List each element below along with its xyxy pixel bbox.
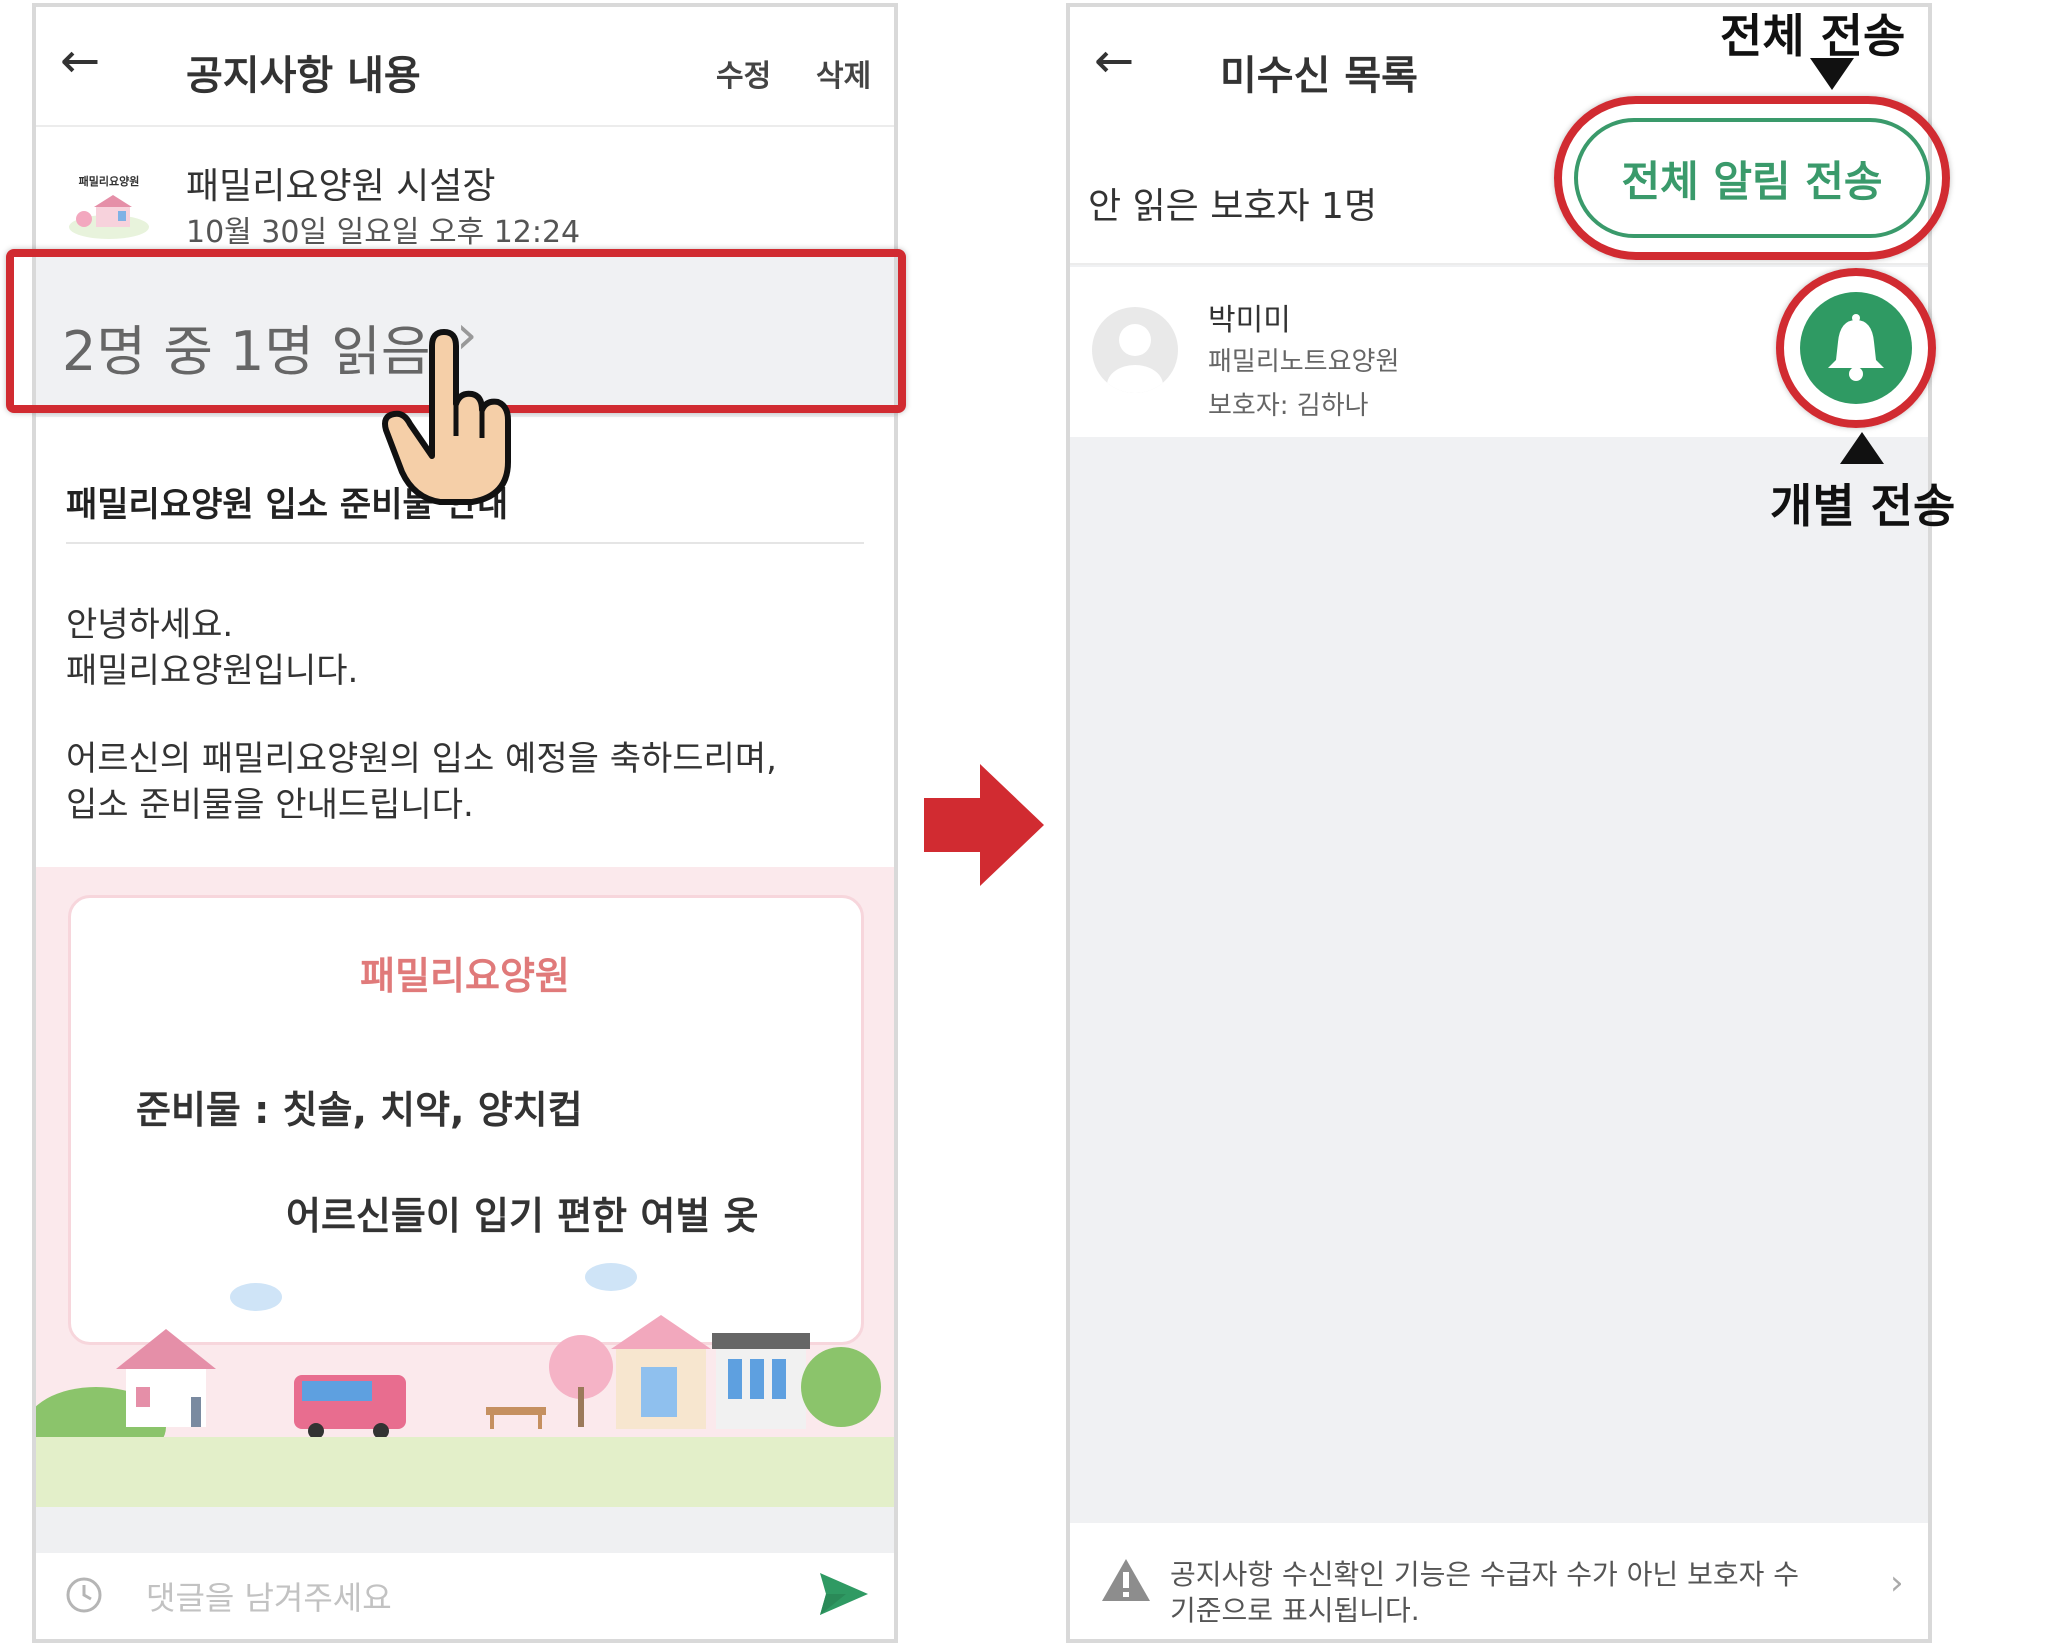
notice-line: 기준으로 표시됩니다. <box>1170 1594 1420 1627</box>
warning-icon <box>1100 1557 1152 1603</box>
author-name: 패밀리요양원 시설장 <box>186 166 496 207</box>
avatar <box>1092 307 1178 393</box>
logo-text: 패밀리요양원 <box>79 174 140 188</box>
notice-line: 공지사항 수신확인 기능은 수급자 수가 아닌 보호자 수 <box>1170 1558 1800 1591</box>
chevron-right-icon: › <box>1890 1563 1904 1603</box>
header-divider <box>1070 263 1928 265</box>
annotation-arrow-up-icon <box>1840 432 1884 464</box>
poster-supplies: 준비물 : 칫솔, 치약, 양치컵 <box>136 1088 583 1132</box>
back-arrow-icon[interactable]: ← <box>1094 37 1134 85</box>
recipient-facility: 패밀리노트요양원 <box>1208 347 1400 377</box>
village-illustration <box>36 1247 894 1467</box>
send-icon[interactable] <box>816 1569 872 1619</box>
comment-input[interactable] <box>146 1579 746 1617</box>
recipient-name: 박미미 <box>1208 303 1291 338</box>
poster-title: 패밀리요양원 <box>360 954 570 998</box>
delete-button[interactable]: 삭제 <box>816 51 871 95</box>
send-individual-button[interactable] <box>1800 292 1912 404</box>
back-arrow-icon[interactable]: ← <box>60 37 100 85</box>
body-line: 안녕하세요. <box>66 605 234 645</box>
page-title: 미수신 목록 <box>1220 53 1418 99</box>
unread-count: 안 읽은 보호자 1명 <box>1088 186 1378 227</box>
arrow-right-icon <box>920 760 1050 890</box>
body-line: 어르신의 패밀리요양원의 입소 예정을 축하드리며, <box>66 739 777 779</box>
body-line: 패밀리요양원입니다. <box>66 651 359 691</box>
send-all-annotation: 전체 전송 <box>1720 9 1906 63</box>
send-all-button[interactable]: 전체 알림 전송 <box>1574 118 1930 238</box>
poster-clothes: 어르신들이 입기 편한 여벌 옷 <box>286 1194 759 1238</box>
facility-logo: 패밀리요양원 <box>66 157 152 245</box>
post-date: 10월 30일 일요일 오후 12:24 <box>186 215 581 250</box>
clock-icon <box>64 1575 104 1615</box>
title-divider <box>66 542 864 544</box>
grass <box>36 1437 894 1507</box>
send-individual-annotation: 개별 전송 <box>1770 479 1956 533</box>
recipient-guardian: 보호자: 김하나 <box>1208 391 1369 421</box>
annotation-arrow-down-icon <box>1810 58 1854 90</box>
body-line: 입소 준비물을 안내드립니다. <box>66 785 474 825</box>
page-title: 공지사항 내용 <box>186 53 421 99</box>
header-divider <box>36 125 894 127</box>
pointing-hand-icon <box>380 326 520 506</box>
bell-icon <box>1828 314 1884 381</box>
section-gap <box>36 1507 894 1553</box>
edit-button[interactable]: 수정 <box>716 51 771 95</box>
